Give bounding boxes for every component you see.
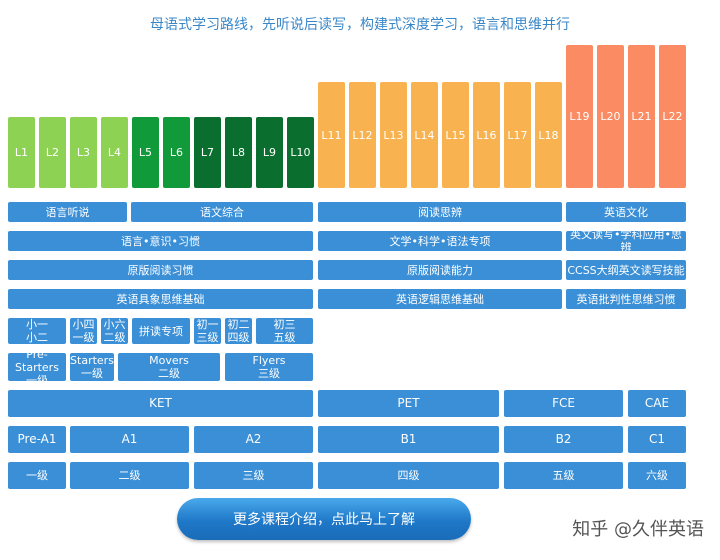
r5-cell-2: 小四 一级 [70,318,97,344]
more-courses-button[interactable]: 更多课程介绍，点此马上了解 [177,498,471,540]
level-l20: L20 [597,45,624,188]
level-l2: L2 [39,117,66,188]
watermark: 知乎 @久伴英语 [572,519,704,540]
r4-cell-2: 英语逻辑思维基础 [318,289,562,309]
r8-cell-4: B1 [318,426,499,453]
r7-cell-1: KET [8,390,313,417]
r6-cell-3: Movers 二级 [118,353,220,381]
r5-cell-6: 初二 四级 [225,318,252,344]
level-l14: L14 [411,82,438,188]
r8-cell-6: C1 [628,426,686,453]
r7-cell-2: PET [318,390,499,417]
r2-cell-2: 文学•科学•语法专项 [318,231,562,251]
level-l7: L7 [194,117,221,188]
r8-cell-2: A1 [70,426,189,453]
level-l13: L13 [380,82,407,188]
level-l22: L22 [659,45,686,188]
r1-cell-1: 语言听说 [8,202,127,222]
r9-cell-2: 二级 [70,462,189,489]
r5-cell-5: 初一 三级 [194,318,221,344]
r6-cell-1: Pre-Starters 一级 [8,348,66,387]
level-l3: L3 [70,117,97,188]
level-l21: L21 [628,45,655,188]
r9-cell-5: 五级 [504,462,623,489]
level-l6: L6 [163,117,190,188]
r3-cell-1: 原版阅读习惯 [8,260,313,280]
r9-cell-3: 三级 [194,462,313,489]
r8-cell-3: A2 [194,426,313,453]
level-l4: L4 [101,117,128,188]
r4-cell-3: 英语批判性思维习惯 [566,289,686,309]
level-l5: L5 [132,117,159,188]
r7-cell-3: FCE [504,390,623,417]
level-l12: L12 [349,82,376,188]
r2-cell-1: 语言•意识•习惯 [8,231,313,251]
level-l16: L16 [473,82,500,188]
r5-cell-3: 小六 二级 [101,318,128,344]
r3-cell-2: 原版阅读能力 [318,260,562,280]
level-l19: L19 [566,45,593,188]
r2-cell-3: 英文读写•学科应用•思辨 [566,228,686,254]
level-l10: L10 [287,117,314,188]
r9-cell-1: 一级 [8,462,66,489]
r6-cell-4: Flyers 三级 [225,353,313,381]
level-l15: L15 [442,82,469,188]
page-title: 母语式学习路线，先听说后读写，构建式深度学习，语言和思维并行 [150,17,570,33]
r6-cell-2: Starters 一级 [70,353,114,381]
level-l1: L1 [8,117,35,188]
r7-cell-4: CAE [628,390,686,417]
r4-cell-1: 英语具象思维基础 [8,289,313,309]
r5-cell-7: 初三 五级 [256,318,313,344]
r1-cell-2: 语文综合 [131,202,313,222]
r1-cell-3: 阅读思辨 [318,202,562,222]
level-l8: L8 [225,117,252,188]
r8-cell-5: B2 [504,426,623,453]
r9-cell-6: 六级 [628,462,686,489]
r5-cell-1: 小一 小二 [8,318,66,344]
level-l18: L18 [535,82,562,188]
r1-cell-4: 英语文化 [566,202,686,222]
level-l9: L9 [256,117,283,188]
r8-cell-1: Pre-A1 [8,426,66,453]
r5-cell-4: 拼读专项 [132,318,190,344]
level-l17: L17 [504,82,531,188]
r9-cell-4: 四级 [318,462,499,489]
level-l11: L11 [318,82,345,188]
r3-cell-3: CCSS大纲英文读写技能 [566,260,686,280]
